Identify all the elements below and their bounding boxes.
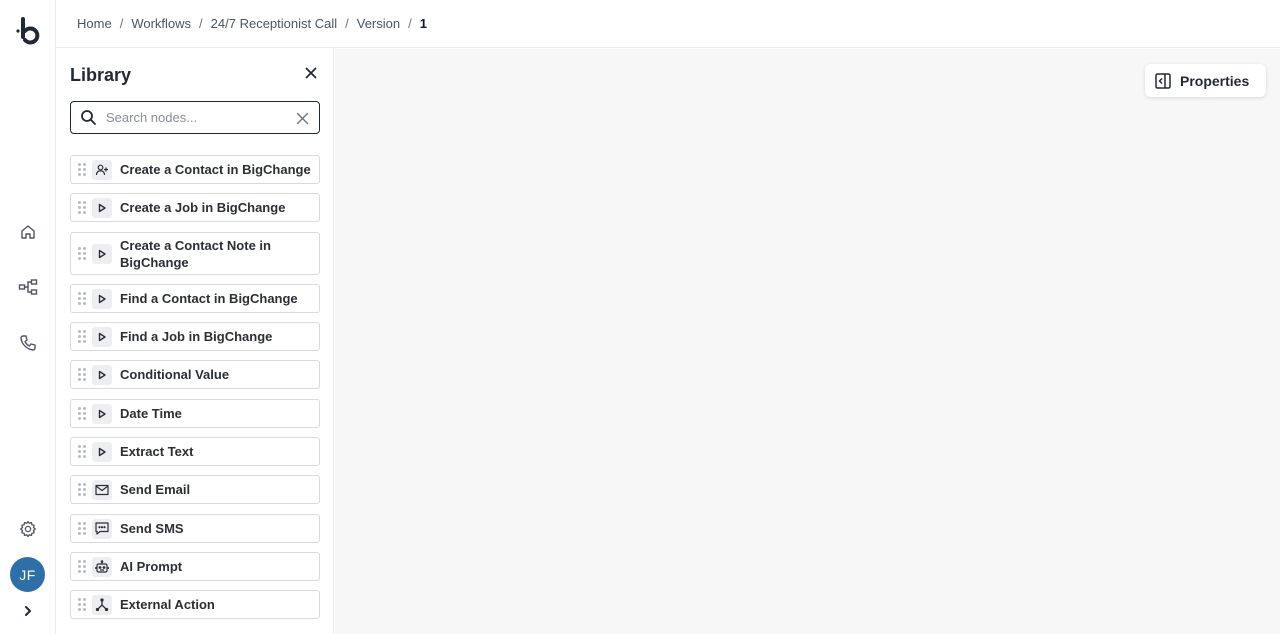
breadcrumb-separator: / bbox=[345, 16, 349, 31]
brand-logo-icon[interactable] bbox=[14, 15, 42, 47]
play-icon bbox=[92, 197, 112, 218]
breadcrumb-workflows[interactable]: Workflows bbox=[131, 16, 191, 31]
drag-handle-icon[interactable] bbox=[78, 521, 86, 536]
library-node[interactable]: Create a Job in BigChange bbox=[70, 193, 320, 222]
nav-workflows[interactable] bbox=[16, 277, 40, 301]
drag-handle-icon[interactable] bbox=[78, 162, 86, 177]
search-input[interactable] bbox=[106, 110, 286, 125]
search-icon bbox=[80, 109, 98, 127]
gear-icon bbox=[19, 520, 37, 543]
breadcrumb-separator: / bbox=[119, 16, 124, 31]
breadcrumb-workflow[interactable]: 24/7 Receptionist Call bbox=[211, 16, 337, 31]
node-label: External Action bbox=[120, 597, 215, 612]
library-node[interactable]: Create a Contact in BigChange bbox=[70, 155, 320, 184]
play-icon bbox=[92, 288, 112, 309]
drag-handle-icon[interactable] bbox=[78, 367, 86, 382]
drag-handle-icon[interactable] bbox=[78, 247, 86, 261]
breadcrumb-current: 1 bbox=[419, 16, 427, 31]
top-header: Home / Workflows / 24/7 Receptionist Cal… bbox=[56, 0, 1280, 48]
breadcrumb: Home / Workflows / 24/7 Receptionist Cal… bbox=[77, 16, 427, 31]
close-icon bbox=[296, 112, 308, 124]
drag-handle-icon[interactable] bbox=[78, 559, 86, 574]
fork-icon bbox=[92, 594, 112, 615]
workflow-icon bbox=[18, 278, 38, 301]
library-node[interactable]: Send SMS bbox=[70, 514, 320, 543]
properties-label: Properties bbox=[1180, 72, 1250, 89]
robot-icon bbox=[92, 556, 112, 577]
chevron-right-icon bbox=[22, 604, 34, 622]
library-node[interactable]: External Action bbox=[70, 590, 320, 619]
play-icon bbox=[92, 441, 112, 462]
close-icon bbox=[305, 66, 317, 84]
mail-icon bbox=[92, 479, 112, 500]
drag-handle-icon[interactable] bbox=[78, 200, 86, 215]
library-node[interactable]: Conditional Value bbox=[70, 360, 320, 389]
phone-icon bbox=[19, 334, 37, 357]
breadcrumb-home[interactable]: Home bbox=[77, 16, 112, 31]
avatar-initials: JF bbox=[19, 566, 36, 583]
settings-button[interactable] bbox=[16, 519, 40, 543]
avatar[interactable]: JF bbox=[10, 557, 45, 592]
node-label: Find a Contact in BigChange bbox=[120, 291, 298, 306]
library-panel: Library Create a Contact bbox=[56, 48, 334, 634]
node-label: Find a Job in BigChange bbox=[120, 329, 273, 344]
library-node[interactable]: Send Email bbox=[70, 475, 320, 504]
message-icon bbox=[92, 518, 112, 539]
workflow-canvas[interactable] bbox=[335, 49, 1280, 634]
close-library-button[interactable] bbox=[302, 66, 320, 84]
play-icon bbox=[92, 403, 112, 424]
drag-handle-icon[interactable] bbox=[78, 597, 86, 612]
node-label: Create a Contact Note in BigChange bbox=[120, 238, 271, 270]
user-plus-icon bbox=[92, 159, 112, 180]
drag-handle-icon[interactable] bbox=[78, 291, 86, 306]
breadcrumb-version[interactable]: Version bbox=[357, 16, 400, 31]
drag-handle-icon[interactable] bbox=[78, 482, 86, 497]
node-label: Create a Contact in BigChange bbox=[120, 162, 311, 177]
node-label: Extract Text bbox=[120, 444, 194, 459]
expand-rail-button[interactable] bbox=[16, 601, 40, 625]
home-icon bbox=[19, 223, 37, 246]
node-label: Send SMS bbox=[120, 521, 184, 536]
node-label: Date Time bbox=[120, 406, 182, 421]
node-label: Conditional Value bbox=[120, 367, 230, 382]
drag-handle-icon[interactable] bbox=[78, 444, 86, 459]
play-icon bbox=[92, 244, 112, 264]
library-node[interactable]: Find a Contact in BigChange bbox=[70, 284, 320, 313]
library-node[interactable]: Create a Contact Note in BigChange bbox=[70, 232, 320, 275]
node-label: AI Prompt bbox=[120, 559, 183, 574]
library-title: Library bbox=[70, 65, 132, 85]
library-node[interactable]: AI Prompt bbox=[70, 552, 320, 581]
nav-home[interactable] bbox=[16, 222, 40, 246]
library-node[interactable]: Find a Job in BigChange bbox=[70, 322, 320, 351]
breadcrumb-separator: / bbox=[199, 16, 203, 31]
library-node[interactable]: Extract Text bbox=[70, 437, 320, 466]
library-node[interactable]: Date Time bbox=[70, 399, 320, 428]
node-label: Send Email bbox=[120, 482, 191, 497]
left-rail: JF bbox=[0, 0, 56, 634]
search-box bbox=[70, 101, 320, 134]
breadcrumb-separator: / bbox=[408, 16, 412, 31]
properties-button[interactable]: Properties bbox=[1145, 64, 1266, 97]
clear-search-button[interactable] bbox=[294, 110, 310, 126]
nav-calls[interactable] bbox=[16, 333, 40, 357]
play-icon bbox=[92, 364, 112, 385]
play-icon bbox=[92, 326, 112, 347]
panel-left-icon bbox=[1155, 72, 1171, 89]
node-label: Create a Job in BigChange bbox=[120, 200, 286, 215]
drag-handle-icon[interactable] bbox=[78, 406, 86, 421]
drag-handle-icon[interactable] bbox=[78, 329, 86, 344]
